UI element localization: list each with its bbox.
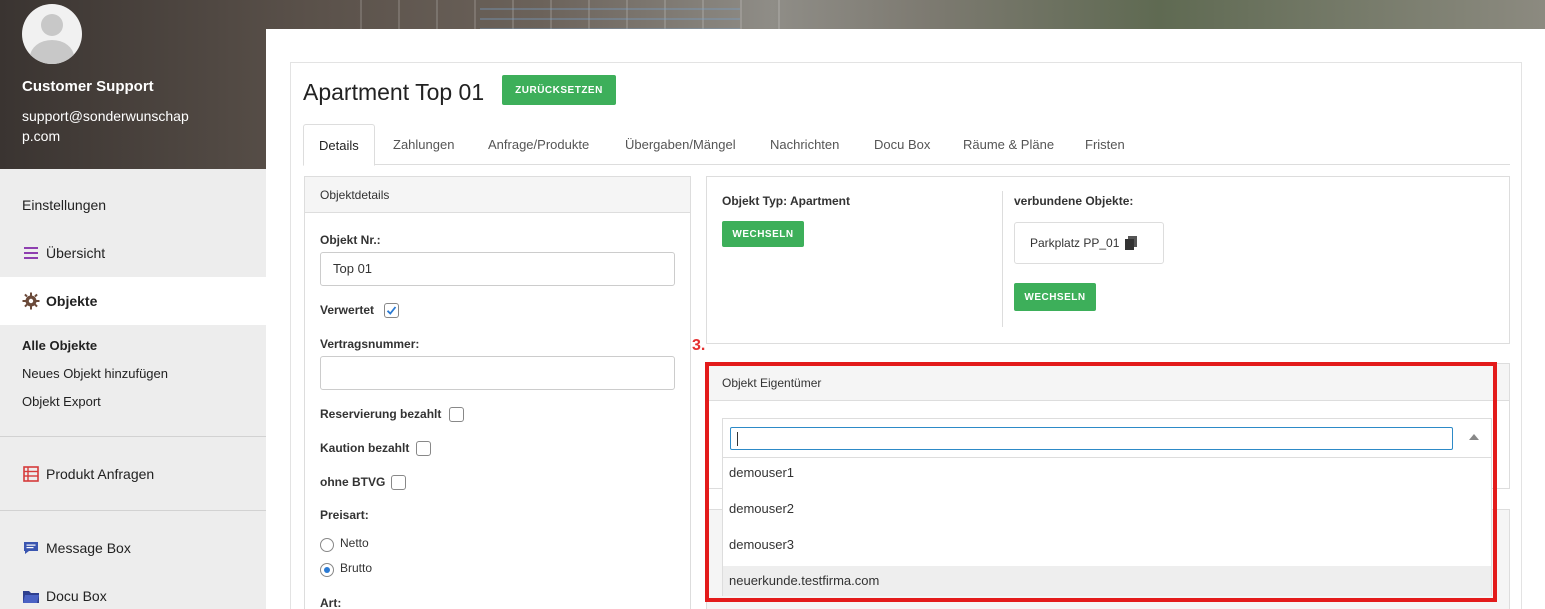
divider: [0, 510, 266, 511]
sidebar-item-uebersicht[interactable]: Übersicht: [0, 229, 266, 277]
tab-bar: Details Zahlungen Anfrage/Produkte Überg…: [303, 124, 1510, 166]
user-profile: Customer Support support@sonderwunschapp…: [0, 0, 266, 169]
kaution-checkbox[interactable]: [416, 441, 431, 456]
divider: [0, 436, 266, 437]
folder-icon: [22, 587, 40, 605]
preisart-label: Preisart:: [320, 508, 369, 522]
sidebar-item-message-box[interactable]: Message Box: [0, 524, 266, 572]
table-icon: [22, 465, 40, 483]
sidebar: Customer Support support@sonderwunschapp…: [0, 0, 266, 609]
sidebar-subitem-neues-objekt[interactable]: Neues Objekt hinzufügen: [22, 366, 168, 381]
object-type-label: Objekt Typ: Apartment: [722, 194, 851, 208]
sidebar-subitem-alle-objekte[interactable]: Alle Objekte: [22, 338, 97, 353]
tab-raeume-plaene[interactable]: Räume & Pläne: [963, 124, 1054, 165]
preisart-brutto-radio[interactable]: [320, 563, 334, 577]
tab-anfrage-produkte[interactable]: Anfrage/Produkte: [488, 124, 589, 165]
btvg-label: ohne BTVG: [320, 475, 386, 489]
avatar[interactable]: [22, 4, 82, 64]
divider: [1002, 191, 1003, 327]
sidebar-menu: Einstellungen Übersicht Objekte Alle Obj…: [0, 169, 266, 609]
sidebar-item-label: Produkt Anfragen: [46, 466, 155, 482]
art-label: Art:: [320, 596, 342, 609]
tab-docu-box[interactable]: Docu Box: [874, 124, 930, 165]
object-details-panel: Objektdetails Objekt Nr.: Top 01 Verwert…: [304, 176, 691, 609]
preisart-brutto-label: Brutto: [340, 561, 373, 575]
reset-button[interactable]: ZURÜCKSETZEN: [502, 75, 616, 105]
sidebar-item-label: Objekte: [46, 293, 98, 309]
list-icon: [22, 244, 40, 262]
linked-object-item[interactable]: Parkplatz PP_01: [1014, 222, 1164, 264]
sidebar-submenu: Alle Objekte Neues Objekt hinzufügen Obj…: [0, 325, 266, 437]
kaution-label: Kaution bezahlt: [320, 441, 410, 455]
sidebar-item-produkt-anfragen[interactable]: Produkt Anfragen: [0, 450, 266, 498]
sidebar-item-einstellungen[interactable]: Einstellungen: [0, 181, 266, 229]
objekt-nr-input[interactable]: Top 01: [320, 252, 675, 286]
annotation-step-number: 3.: [692, 337, 706, 354]
annotation-highlight-box: [705, 362, 1497, 602]
copy-icon[interactable]: [1125, 236, 1138, 250]
page-title: Apartment Top 01: [303, 79, 485, 105]
tab-zahlungen[interactable]: Zahlungen: [393, 124, 454, 165]
tab-details[interactable]: Details: [303, 124, 375, 166]
preisart-netto-label: Netto: [340, 536, 369, 550]
sidebar-subitem-objekt-export[interactable]: Objekt Export: [22, 394, 101, 409]
panel-header: Objektdetails: [305, 177, 690, 213]
user-email: support@sonderwunschapp.com: [22, 108, 189, 144]
sidebar-item-label: Docu Box: [46, 588, 107, 604]
vertragsnummer-label: Vertragsnummer:: [320, 337, 420, 351]
sidebar-item-label: Übersicht: [46, 245, 106, 261]
change-type-button[interactable]: WECHSELN: [722, 221, 804, 247]
tab-fristen[interactable]: Fristen: [1085, 124, 1125, 165]
linked-object-name: Parkplatz PP_01: [1030, 236, 1120, 250]
sidebar-item-docu-box[interactable]: Docu Box: [0, 572, 266, 609]
linked-objects-label: verbundene Objekte:: [1014, 194, 1134, 208]
sidebar-item-objekte[interactable]: Objekte: [0, 277, 266, 325]
verwertet-label: Verwertet: [320, 303, 375, 317]
reservierung-label: Reservierung bezahlt: [320, 407, 442, 421]
user-name: Customer Support: [22, 78, 154, 95]
verwertet-checkbox[interactable]: [384, 303, 399, 318]
object-type-panel: Objekt Typ: Apartment WECHSELN verbunden…: [706, 176, 1510, 344]
gear-icon: [22, 292, 40, 310]
objekt-nr-label: Objekt Nr.:: [320, 233, 381, 247]
change-linked-button[interactable]: WECHSELN: [1014, 283, 1096, 311]
background-decoration: [480, 0, 740, 30]
sidebar-item-label: Message Box: [46, 540, 131, 556]
tab-nachrichten[interactable]: Nachrichten: [770, 124, 839, 165]
tab-uebergaben-maengel[interactable]: Übergaben/Mängel: [625, 124, 736, 165]
sidebar-item-label: Einstellungen: [22, 197, 107, 213]
vertragsnummer-input[interactable]: [320, 356, 675, 390]
btvg-checkbox[interactable]: [391, 475, 406, 490]
preisart-netto-radio[interactable]: [320, 538, 334, 552]
reservierung-checkbox[interactable]: [449, 407, 464, 422]
message-icon: [22, 539, 40, 557]
